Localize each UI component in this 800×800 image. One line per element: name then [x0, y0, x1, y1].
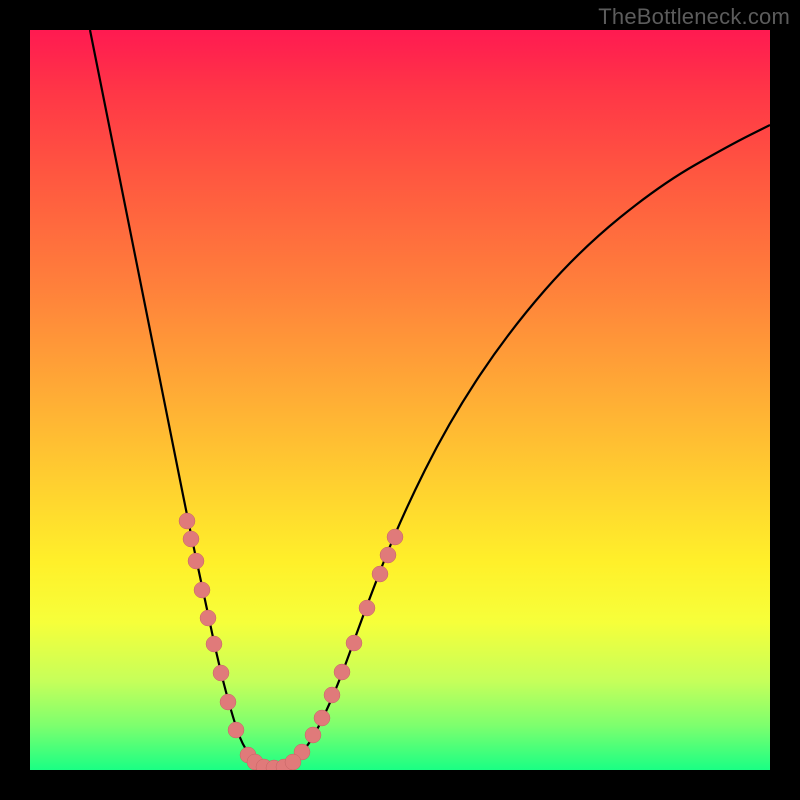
data-dot	[220, 694, 236, 710]
chart-frame: TheBottleneck.com	[0, 0, 800, 800]
data-dot	[346, 635, 362, 651]
data-dot	[194, 582, 210, 598]
data-dot	[314, 710, 330, 726]
data-dot	[179, 513, 195, 529]
data-dot	[359, 600, 375, 616]
data-dots	[179, 513, 403, 770]
data-dot	[228, 722, 244, 738]
data-dot	[183, 531, 199, 547]
data-dot	[305, 727, 321, 743]
watermark-text: TheBottleneck.com	[598, 4, 790, 30]
data-dot	[380, 547, 396, 563]
data-dot	[372, 566, 388, 582]
data-dot	[206, 636, 222, 652]
data-dot	[285, 754, 301, 770]
data-dot	[213, 665, 229, 681]
data-dot	[387, 529, 403, 545]
plot-area	[30, 30, 770, 770]
curve-layer	[30, 30, 770, 770]
data-dot	[188, 553, 204, 569]
data-dot	[334, 664, 350, 680]
bottleneck-curve	[90, 30, 770, 767]
data-dot	[324, 687, 340, 703]
data-dot	[200, 610, 216, 626]
